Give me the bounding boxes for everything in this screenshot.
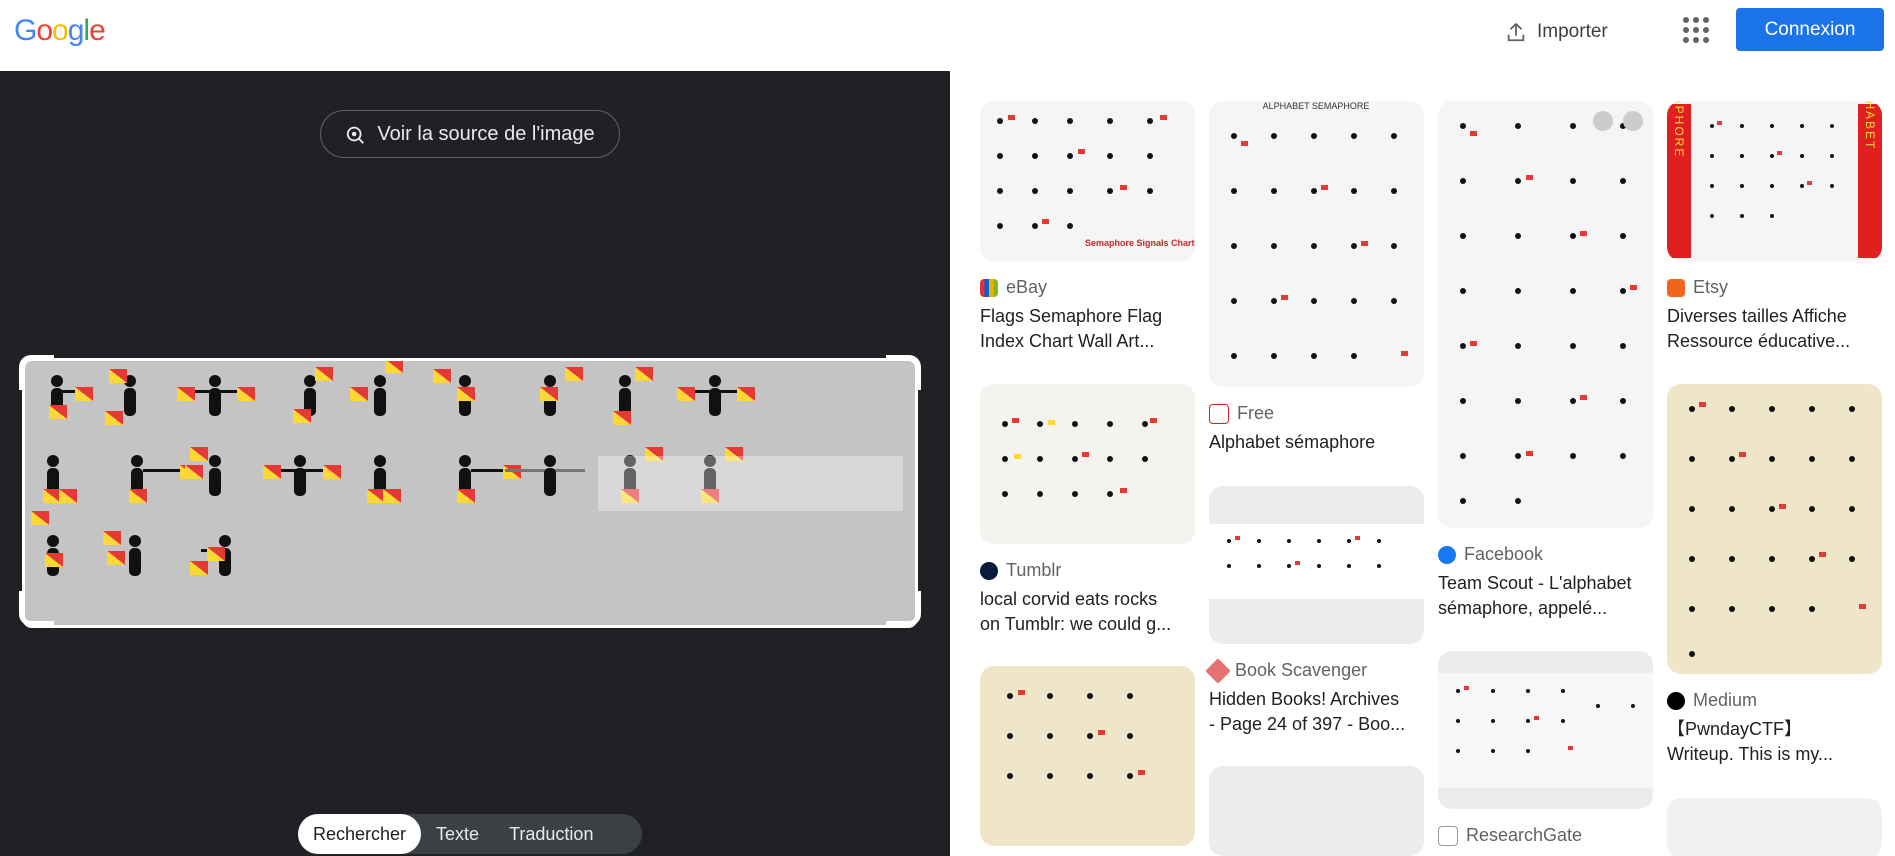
crop-handle[interactable] (886, 355, 921, 390)
semaphore-thumb (1209, 524, 1424, 599)
signin-button[interactable]: Connexion (1736, 8, 1884, 51)
result-card[interactable]: ResearchGate (1438, 651, 1653, 846)
result-card[interactable] (1209, 766, 1424, 856)
result-thumbnail[interactable]: SEMAPHORE ALPHABET (1667, 101, 1882, 261)
google-logo[interactable]: Google (14, 14, 106, 48)
medium-icon (1667, 691, 1685, 710)
mode-tabs: Rechercher Texte Traduction (298, 814, 642, 854)
logo-letter: o (36, 14, 53, 47)
lens-search-icon (347, 126, 365, 144)
result-title[interactable]: Flags Semaphore Flag Index Chart Wall Ar… (980, 304, 1195, 354)
free-icon (1209, 403, 1229, 424)
upload-icon (1507, 23, 1525, 42)
result-thumbnail[interactable]: ALPHABET SEMAPHORE (1209, 101, 1424, 387)
ebay-icon (980, 278, 998, 297)
result-title[interactable]: Diverses tailles Affiche Ressource éduca… (1667, 304, 1882, 354)
thumb-vertical-text: SEMAPHORE (1672, 101, 1686, 158)
upload-label: Importer (1537, 21, 1608, 42)
semaphore-thumb (1460, 111, 1643, 504)
logo-letter: G (14, 14, 37, 47)
tab-search[interactable]: Rechercher (298, 814, 422, 854)
logo-letter: g (67, 14, 85, 47)
result-thumbnail[interactable] (1438, 651, 1653, 809)
result-thumbnail[interactable] (1667, 798, 1882, 856)
image-viewer: Voir la source de l'image Rechercher Tex… (0, 71, 950, 856)
result-title[interactable]: Alphabet sémaphore (1209, 430, 1424, 455)
facebook-icon (1438, 545, 1456, 564)
crop-handle[interactable] (886, 591, 921, 626)
semaphore-thumb (1002, 418, 1157, 497)
result-source: Tumblr (980, 560, 1195, 581)
logo-letter: e (89, 14, 106, 47)
upload-button[interactable]: Importer (1505, 17, 1608, 47)
top-bar: Google Importer Connexion (0, 0, 1895, 71)
semaphore-thumb: SEMAPHORE ALPHABET (1667, 101, 1882, 258)
tumblr-icon (980, 561, 998, 580)
result-title[interactable]: Team Scout - L'alphabet sémaphore, appel… (1438, 571, 1653, 621)
result-card[interactable]: SEMAPHORE ALPHABET Etsy Diverses tailles… (1667, 101, 1882, 354)
source-name: Book Scavenger (1235, 660, 1368, 680)
source-name: ResearchGate (1466, 825, 1583, 845)
apps-grid-icon[interactable] (1683, 17, 1709, 43)
result-title[interactable]: Hidden Books! Archives - Page 24 of 397 … (1209, 687, 1424, 737)
result-card[interactable]: Semaphore Signals Chart eBay Flags Semap… (980, 101, 1195, 354)
source-name: Facebook (1464, 544, 1544, 564)
semaphore-thumb: ALPHABET SEMAPHORE (1231, 101, 1408, 359)
source-name: Etsy (1693, 277, 1729, 297)
result-thumbnail[interactable] (980, 384, 1195, 544)
result-thumbnail[interactable] (1209, 486, 1424, 644)
tab-translate[interactable]: Traduction (494, 814, 608, 854)
result-card[interactable]: Medium 【PwndayCTF】 Writeup. This is my..… (1667, 384, 1882, 767)
result-card[interactable]: Tumblr local corvid eats rocks on Tumblr… (980, 384, 1195, 637)
source-name: eBay (1006, 277, 1048, 297)
result-card[interactable]: Facebook Team Scout - L'alphabet sémapho… (1438, 101, 1653, 621)
thumb-vertical-text: ALPHABET (1863, 101, 1877, 150)
result-title[interactable]: 【PwndayCTF】 Writeup. This is my... (1667, 717, 1882, 767)
logo-letter: o (52, 14, 69, 47)
semaphore-thumb (1438, 673, 1653, 788)
etsy-icon (1667, 278, 1685, 297)
result-thumbnail[interactable] (1667, 384, 1882, 674)
result-thumbnail[interactable] (1209, 766, 1424, 856)
results-panel: Semaphore Signals Chart eBay Flags Semap… (950, 71, 1895, 856)
result-thumbnail[interactable]: Semaphore Signals Chart (980, 101, 1195, 261)
result-thumbnail[interactable] (980, 666, 1195, 846)
crop-handle[interactable] (19, 591, 54, 626)
thumb-caption: Semaphore Signals Chart (1085, 238, 1195, 248)
result-source: Facebook (1438, 544, 1653, 565)
view-source-button[interactable]: Voir la source de l'image (320, 110, 620, 158)
source-name: Tumblr (1006, 560, 1062, 580)
selected-image-crop[interactable] (22, 358, 918, 628)
thumb-caption: ALPHABET SEMAPHORE (1263, 101, 1370, 111)
result-source: Medium (1667, 690, 1882, 711)
result-source: eBay (980, 277, 1195, 298)
result-card[interactable] (980, 666, 1195, 846)
semaphore-thumb (1007, 690, 1145, 779)
result-source: ResearchGate (1438, 825, 1653, 846)
detected-region[interactable] (598, 456, 903, 511)
source-name: Free (1237, 403, 1275, 423)
result-source: Book Scavenger (1205, 657, 1424, 684)
crop-handle[interactable] (19, 355, 54, 390)
result-source: Etsy (1667, 277, 1882, 298)
tab-text[interactable]: Texte (421, 814, 494, 854)
semaphore-thumb (1689, 402, 1866, 657)
book-scavenger-icon (1205, 657, 1231, 684)
researchgate-icon (1438, 825, 1458, 846)
result-source: Free (1209, 403, 1424, 424)
result-card[interactable]: ALPHABET SEMAPHORE Free Alphabet sémapho… (1209, 101, 1424, 455)
result-title[interactable]: local corvid eats rocks on Tumblr: we co… (980, 587, 1195, 637)
result-card[interactable]: Book Scavenger Hidden Books! Archives - … (1205, 486, 1424, 737)
semaphore-thumb: Semaphore Signals Chart (997, 115, 1195, 248)
view-source-label: Voir la source de l'image (377, 122, 595, 145)
source-name: Medium (1693, 690, 1758, 710)
result-card[interactable] (1667, 798, 1882, 856)
result-thumbnail[interactable] (1438, 101, 1653, 528)
